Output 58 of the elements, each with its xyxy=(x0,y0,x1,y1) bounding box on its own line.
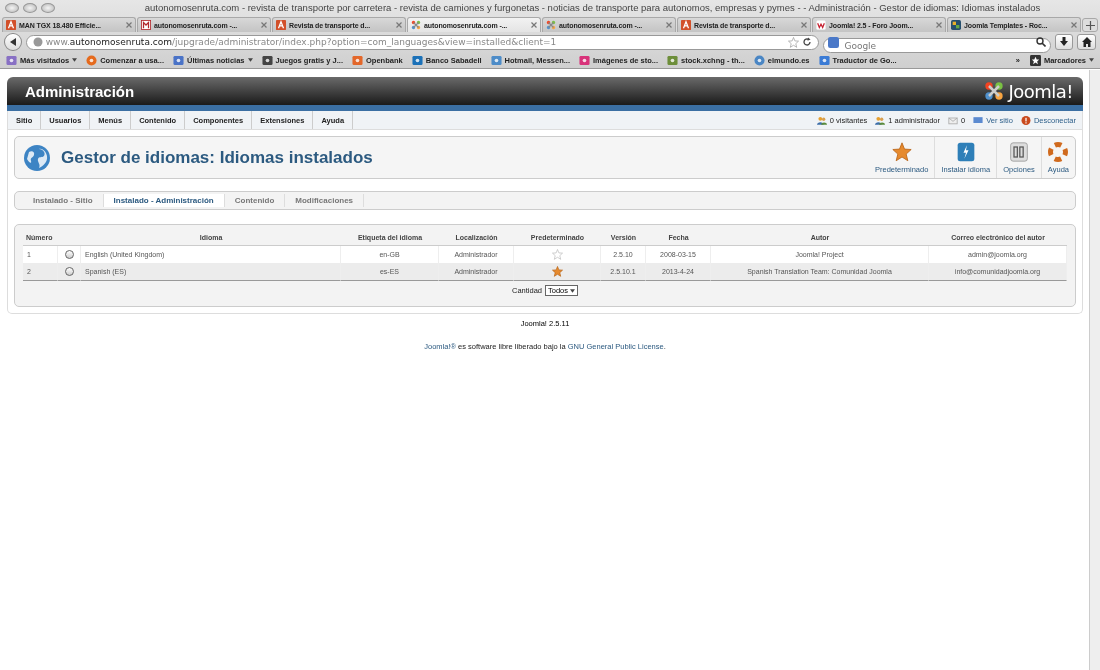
zoom-button[interactable] xyxy=(41,2,55,13)
home-button[interactable] xyxy=(1077,34,1096,50)
close-tab-icon[interactable] xyxy=(666,22,672,28)
star-icon[interactable] xyxy=(551,249,563,260)
subtab[interactable]: Instalado - Sitio xyxy=(23,194,104,207)
lifebuoy-icon xyxy=(1048,141,1069,162)
envelope-icon xyxy=(948,115,959,125)
star-icon[interactable] xyxy=(551,266,563,277)
admin-title: Administración xyxy=(25,82,135,100)
users-icon xyxy=(816,115,827,125)
reload-icon[interactable] xyxy=(802,37,813,47)
download-icon xyxy=(1059,37,1069,47)
minimize-button[interactable] xyxy=(23,2,37,13)
users-icon xyxy=(875,115,886,125)
new-tab-button[interactable] xyxy=(1082,18,1098,32)
subtab[interactable]: Modificaciones xyxy=(285,194,365,207)
plus-icon xyxy=(1085,20,1095,30)
close-tab-icon[interactable] xyxy=(531,22,537,28)
radio-button[interactable] xyxy=(64,250,74,259)
search-engine-icon xyxy=(828,36,840,48)
forum-logo-icon xyxy=(816,20,826,30)
home-icon xyxy=(1081,37,1092,47)
monitor-icon xyxy=(973,115,984,125)
address-bar[interactable]: www.autonomosenruta.com/jupgrade/administrator/index.php?option=com_languages&view=installed&client=1 xyxy=(25,34,820,50)
back-button[interactable] xyxy=(4,33,22,51)
subtab[interactable]: Instalado - Administración xyxy=(103,194,225,207)
options-icon xyxy=(1009,141,1029,162)
close-tab-icon[interactable] xyxy=(936,22,942,28)
subtab[interactable]: Contenido xyxy=(224,194,286,207)
page-title: Gestor de idiomas: Idiomas instalados xyxy=(61,147,373,168)
search-field[interactable]: Google xyxy=(823,38,1051,53)
templates-logo-icon xyxy=(951,20,961,30)
logout-icon xyxy=(1020,115,1031,125)
star-icon xyxy=(891,141,912,162)
site-logo-icon xyxy=(141,20,151,30)
url-text: www.autonomosenruta.com/jupgrade/administrator/index.php?option=com_languages&view=installed&client=1 xyxy=(45,37,558,47)
bookmarks-icon xyxy=(1029,54,1041,66)
star-icon[interactable] xyxy=(788,36,800,48)
search-icon[interactable] xyxy=(1035,37,1046,47)
close-tab-icon[interactable] xyxy=(126,22,132,28)
window-title: autonomosenruta.com - revista de transporte por carretera - revista de camiones y furgonetas - noticias de transporte para autonomos, empresas y pymes - - Administración - Gestor de idiomas: Idiomas instalados xyxy=(143,2,1041,13)
caret-icon xyxy=(1089,58,1094,62)
caret-icon xyxy=(570,288,575,293)
close-tab-icon[interactable] xyxy=(261,22,267,28)
download-button[interactable] xyxy=(1054,34,1074,50)
radio-button[interactable] xyxy=(64,267,74,276)
caret-icon xyxy=(247,58,253,62)
close-tab-icon[interactable] xyxy=(396,22,402,28)
back-arrow-icon xyxy=(8,38,17,46)
close-tab-icon[interactable] xyxy=(801,22,807,28)
scrollbar[interactable] xyxy=(1089,70,1100,670)
lightning-icon xyxy=(955,141,976,162)
caret-icon xyxy=(72,58,78,62)
close-button[interactable] xyxy=(5,2,19,13)
joomla-logo: Joomla! xyxy=(983,80,1073,102)
joomla-logo-icon xyxy=(546,20,556,30)
close-tab-icon[interactable] xyxy=(1071,22,1077,28)
joomla-logo-icon xyxy=(411,20,421,30)
